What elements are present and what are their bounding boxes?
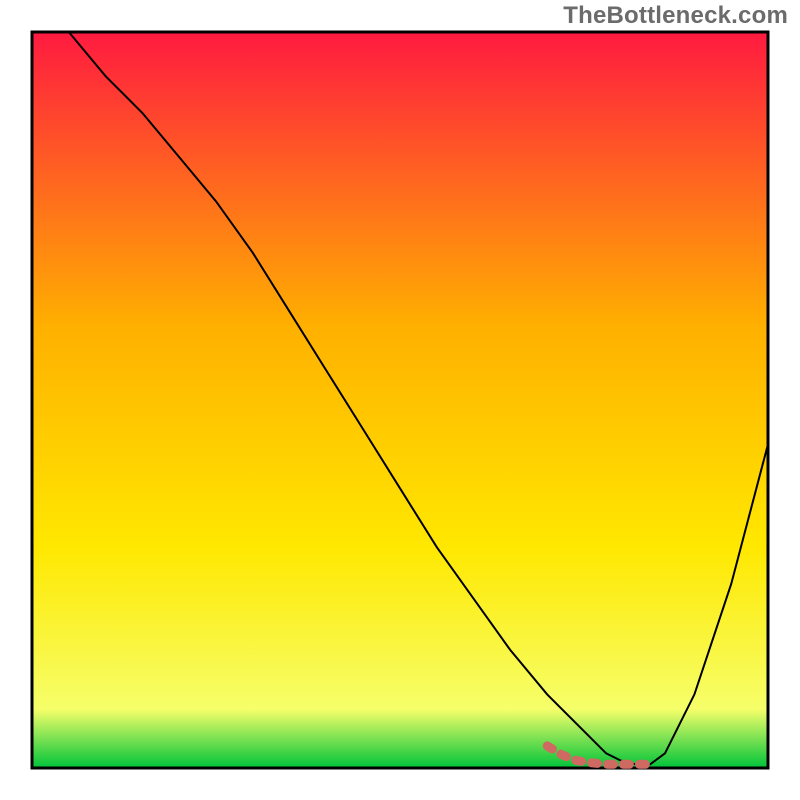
chart-frame: TheBottleneck.com	[0, 0, 800, 800]
plot-background	[32, 32, 768, 768]
chart-svg	[0, 0, 800, 800]
